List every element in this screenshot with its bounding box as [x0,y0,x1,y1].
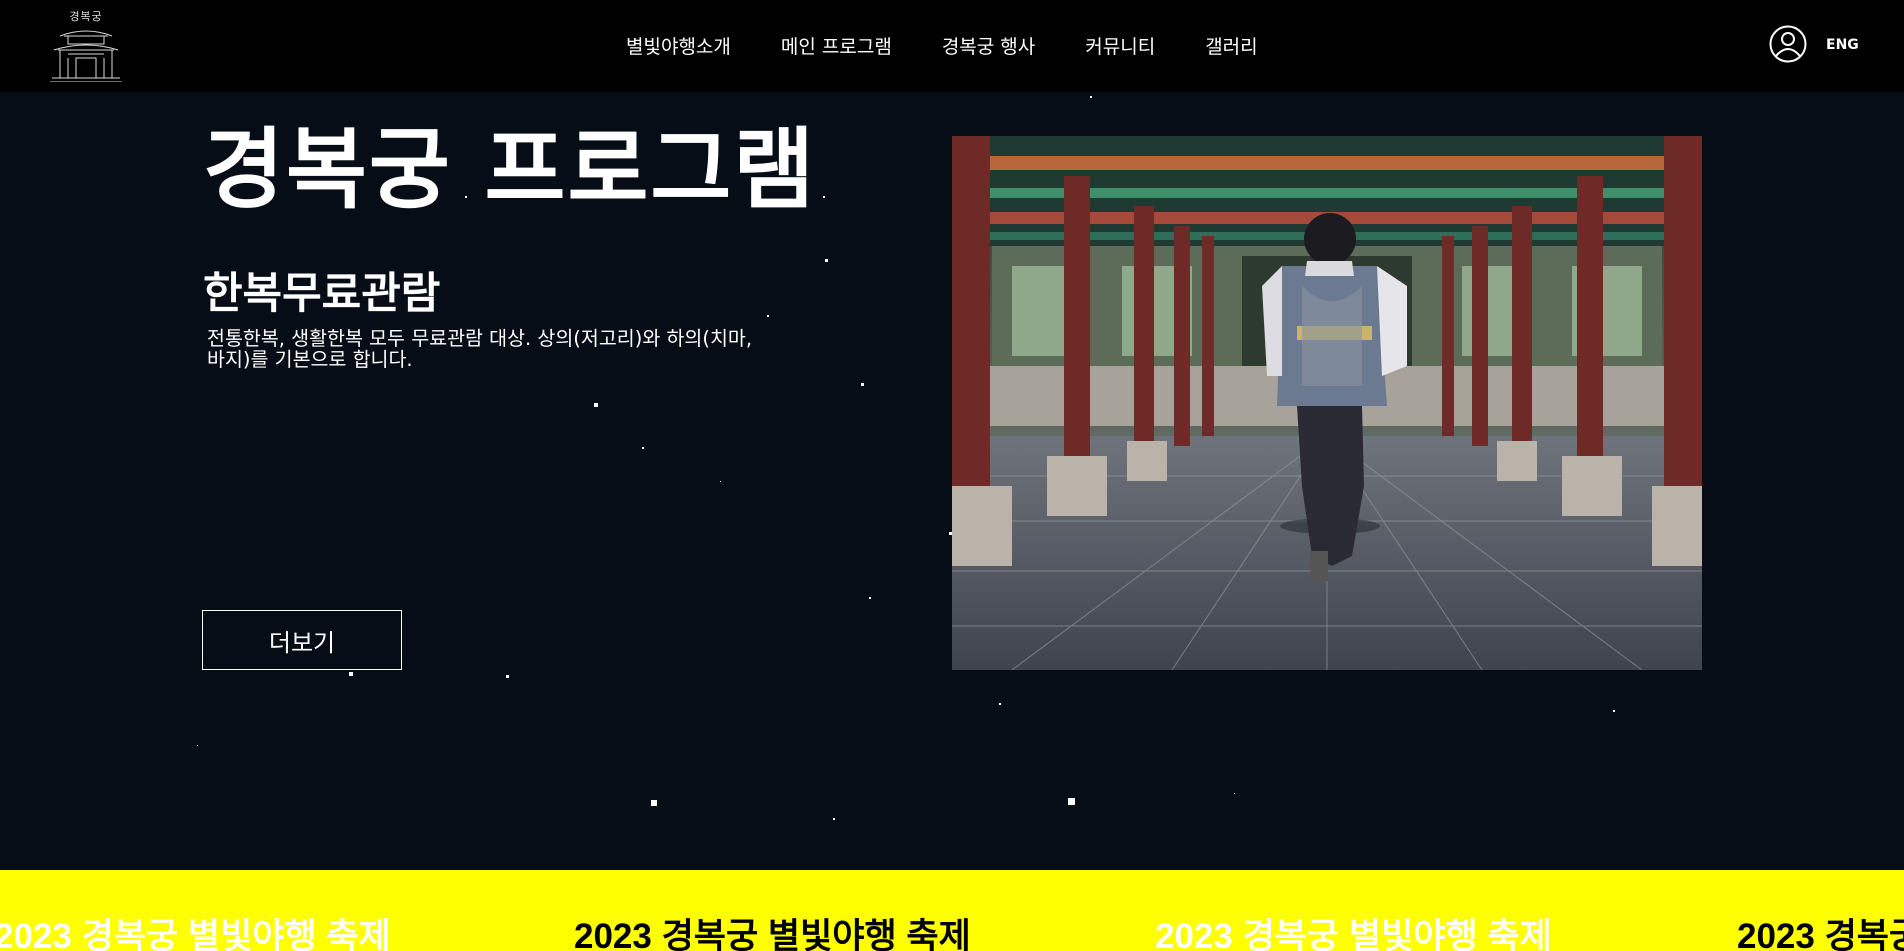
top-nav-bar: 경복궁 별빛야행소개 메인 프로그램 경복궁 행사 커뮤니티 갤러리 ENG [0,0,1904,92]
ticker-item: 2023 경복궁 별빛야행 축제 [0,917,391,951]
palace-logo[interactable]: 경복궁 [46,8,126,82]
more-button[interactable]: 더보기 [202,610,402,670]
palace-logo-icon [50,30,122,82]
nav-item-community[interactable]: 커뮤니티 [1085,32,1155,59]
nav-item-events[interactable]: 경복궁 행사 [942,32,1035,59]
program-description: 전통한복, 생활한복 모두 무료관람 대상. 상의(저고리)와 하의(치마, 바… [207,327,753,371]
ticker-item: 2023 경복궁 별빛야행 축제 [574,917,971,951]
page-title: 경복궁 프로그램 [203,118,817,221]
event-ticker: 2023 경복궁 별빛야행 축제 2023 경복궁 별빛야행 축제 2023 경… [0,870,1904,951]
language-toggle[interactable]: ENG [1826,37,1859,53]
nav-item-intro[interactable]: 별빛야행소개 [626,32,731,59]
ticker-item: 2023 경복궁 별빛야행 축제 [1155,917,1552,951]
nav-item-main-program[interactable]: 메인 프로그램 [781,32,892,59]
nav-item-gallery[interactable]: 갤러리 [1205,32,1257,59]
hanbok-photo [952,136,1702,670]
program-subtitle: 한복무료관람 [203,269,441,319]
ticker-item: 2023 경복궁 별빛야행 축제 [1737,917,1904,951]
user-icon[interactable] [1768,24,1808,64]
main-nav: 별빛야행소개 메인 프로그램 경복궁 행사 커뮤니티 갤러리 [626,32,1308,59]
